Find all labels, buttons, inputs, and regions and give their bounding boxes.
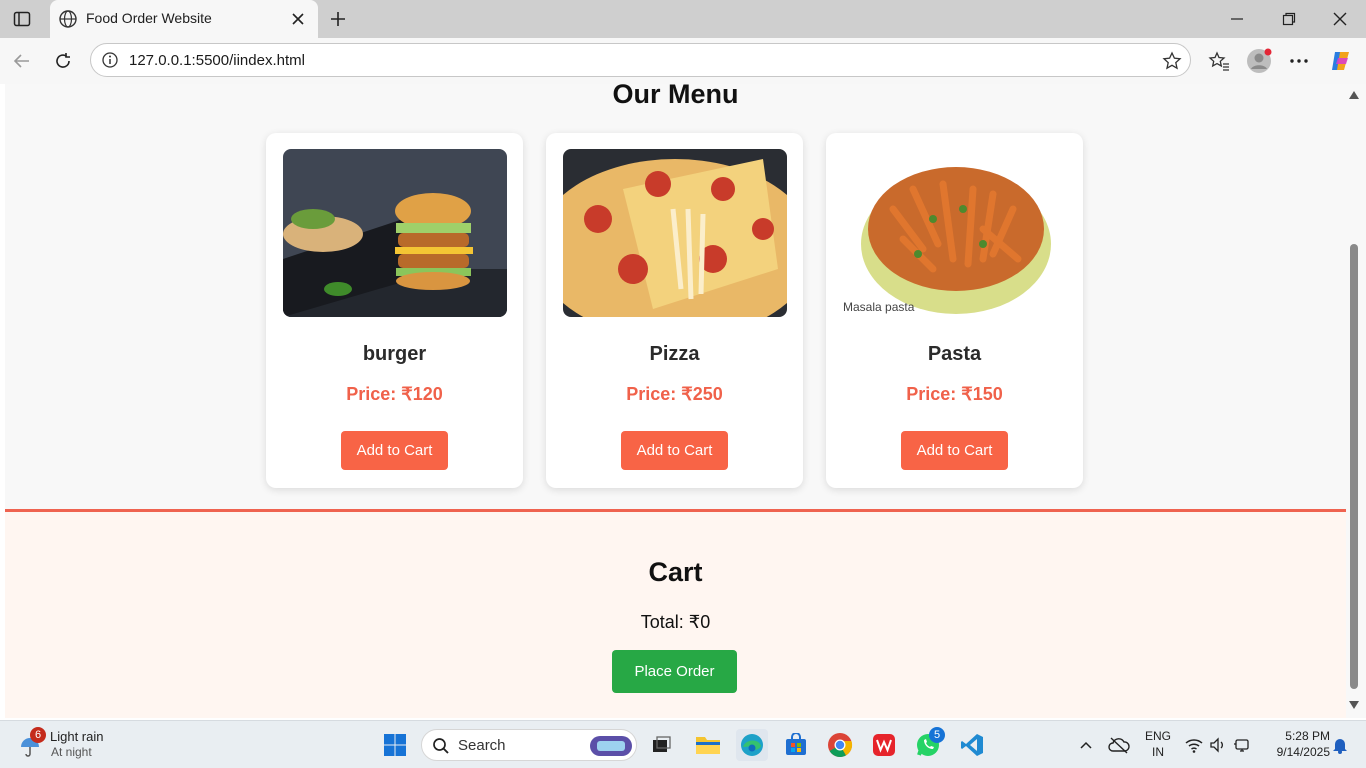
- tab-actions-icon[interactable]: [12, 9, 32, 29]
- site-info-icon[interactable]: [101, 51, 119, 69]
- cart-total: Total: ₹0: [640, 612, 711, 632]
- vscode-icon[interactable]: [956, 729, 988, 761]
- scroll-down-icon[interactable]: [1348, 700, 1360, 710]
- pizza-image: [563, 149, 787, 317]
- weather-sub: At night: [51, 745, 92, 759]
- whatsapp-icon[interactable]: 5: [912, 727, 945, 761]
- menu-card-pizza: Pizza Price: ₹250 Add to Cart: [546, 133, 803, 488]
- windows-taskbar: 6 Light rain At night Search 5 ENG IN 5:…: [0, 720, 1366, 768]
- item-name: burger: [362, 343, 427, 365]
- item-name: Pasta: [927, 343, 982, 365]
- add-to-cart-button[interactable]: Add to Cart: [621, 431, 728, 470]
- taskbar-search[interactable]: Search: [421, 729, 637, 761]
- windows-start-icon[interactable]: [379, 729, 411, 761]
- cart-title: Cart: [648, 557, 703, 587]
- clock[interactable]: 5:28 PM 9/14/2025: [1260, 729, 1330, 763]
- scroll-up-icon[interactable]: [1348, 90, 1360, 100]
- cart-section: Cart Total: ₹0 Place Order: [5, 509, 1346, 718]
- refresh-icon[interactable]: [51, 50, 75, 72]
- menu-card-burger: burger Price: ₹120 Add to Cart: [266, 133, 523, 488]
- cloud-offline-icon[interactable]: [1108, 735, 1130, 755]
- add-to-cart-button[interactable]: Add to Cart: [901, 431, 1008, 470]
- pasta-image: Masala pasta: [843, 149, 1067, 317]
- weather-condition: Light rain: [50, 729, 104, 744]
- more-options-icon[interactable]: [1288, 50, 1310, 72]
- show-hidden-icons-icon[interactable]: [1078, 737, 1094, 753]
- page-viewport: Our Menu burger Price: ₹120 Add to Cart: [5, 84, 1346, 718]
- clock-time: 5:28 PM: [1285, 729, 1330, 743]
- image-caption: Masala pasta: [843, 300, 915, 314]
- search-icon: [432, 737, 450, 755]
- wifi-icon[interactable]: [1184, 735, 1204, 755]
- weather-badge: 6: [30, 727, 46, 743]
- new-tab-icon[interactable]: [326, 7, 350, 31]
- favorites-icon[interactable]: [1207, 49, 1231, 73]
- browser-tab-strip: Food Order Website: [0, 0, 1366, 38]
- language-code: ENG: [1144, 729, 1171, 743]
- item-price: Price: ₹120: [346, 384, 443, 404]
- minimize-icon[interactable]: [1226, 9, 1248, 29]
- copilot-icon[interactable]: [1328, 48, 1354, 74]
- notification-bell-icon[interactable]: [1330, 735, 1350, 755]
- item-name: Pizza: [649, 343, 700, 365]
- battery-icon[interactable]: [1232, 735, 1252, 755]
- address-bar-row: 127.0.0.1:5500/iindex.html: [0, 38, 1366, 84]
- close-window-icon[interactable]: [1329, 9, 1351, 29]
- restore-icon[interactable]: [1278, 9, 1300, 29]
- volume-icon[interactable]: [1208, 735, 1228, 755]
- menu-card-pasta: Masala pasta Pasta Price: ₹150 Add to Ca…: [826, 133, 1083, 488]
- tab-title: Food Order Website: [86, 10, 212, 26]
- task-view-icon[interactable]: [645, 729, 677, 761]
- wps-office-icon[interactable]: [868, 729, 900, 761]
- burger-image: [283, 149, 507, 317]
- back-icon[interactable]: [10, 50, 34, 72]
- scrollbar-thumb[interactable]: [1350, 244, 1358, 689]
- browser-tab[interactable]: Food Order Website: [50, 0, 318, 38]
- page-scrollbar[interactable]: [1346, 84, 1366, 718]
- place-order-button[interactable]: Place Order: [612, 650, 737, 693]
- profile-avatar-icon[interactable]: [1246, 48, 1272, 74]
- weather-widget[interactable]: 6 Light rain At night: [14, 727, 124, 763]
- microsoft-store-icon[interactable]: [780, 729, 812, 761]
- globe-icon: [58, 9, 78, 34]
- favorite-star-icon[interactable]: [1161, 50, 1183, 72]
- search-label: Search: [458, 737, 506, 754]
- file-explorer-icon[interactable]: [692, 729, 724, 761]
- clock-date: 9/14/2025: [1276, 745, 1330, 759]
- menu-heading: Our Menu: [612, 84, 739, 109]
- url-text: 127.0.0.1:5500/iindex.html: [129, 52, 305, 69]
- whatsapp-badge: 5: [929, 727, 945, 743]
- language-indicator[interactable]: ENG IN: [1142, 729, 1174, 763]
- edge-browser-icon[interactable]: [736, 729, 768, 761]
- add-to-cart-button[interactable]: Add to Cart: [341, 431, 448, 470]
- search-highlight-icon: [588, 733, 634, 759]
- item-price: Price: ₹150: [906, 384, 1003, 404]
- address-field[interactable]: 127.0.0.1:5500/iindex.html: [90, 43, 1191, 77]
- close-tab-icon[interactable]: [288, 9, 308, 34]
- chrome-icon[interactable]: [824, 729, 856, 761]
- item-price: Price: ₹250: [626, 384, 723, 404]
- region-code: IN: [1152, 745, 1164, 759]
